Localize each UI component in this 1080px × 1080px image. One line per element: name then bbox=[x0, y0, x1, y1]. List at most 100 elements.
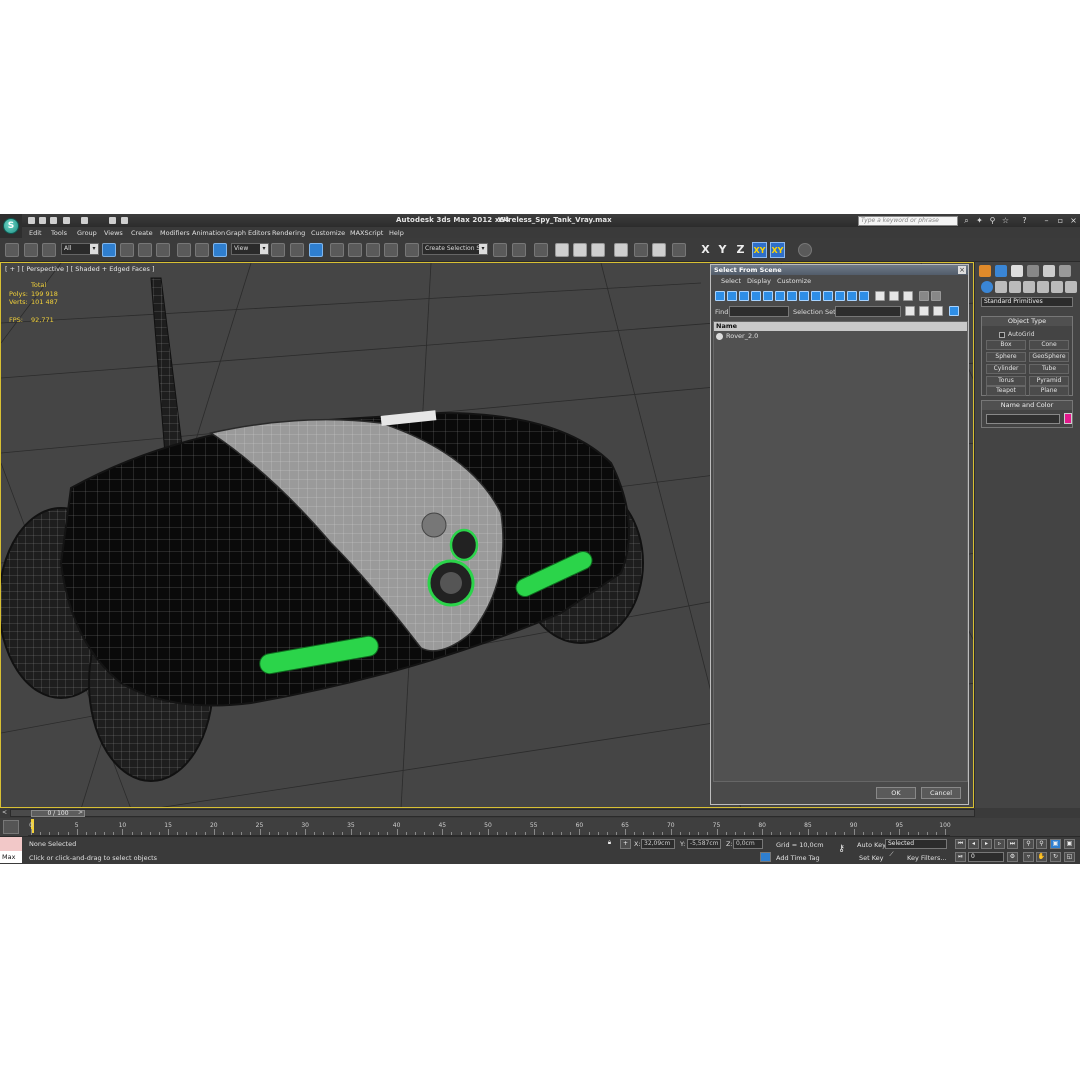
quick-access-dropdown-icon[interactable] bbox=[120, 216, 129, 225]
project-folder-icon[interactable] bbox=[108, 216, 117, 225]
orbit-icon[interactable]: ↻ bbox=[1050, 852, 1061, 862]
menu-edit[interactable]: Edit bbox=[29, 229, 42, 237]
autogrid-checkbox[interactable]: AutoGrid bbox=[999, 331, 1035, 338]
menu-group[interactable]: Group bbox=[77, 229, 97, 237]
previous-key-icon[interactable]: ◂ bbox=[968, 839, 979, 849]
cone-button[interactable]: Cone bbox=[1029, 340, 1069, 350]
new-file-icon[interactable] bbox=[27, 216, 36, 225]
open-file-icon[interactable] bbox=[38, 216, 47, 225]
layer-manager-icon[interactable] bbox=[534, 243, 548, 257]
menu-customize[interactable]: Customize bbox=[311, 229, 345, 237]
time-tag-icon[interactable] bbox=[760, 852, 771, 862]
name-and-color-header[interactable]: Name and Color bbox=[982, 401, 1072, 410]
name-column-header[interactable]: Name bbox=[714, 322, 967, 331]
favorites-icon[interactable]: ☆ bbox=[1001, 216, 1010, 225]
selection-set-action-icon[interactable] bbox=[905, 306, 915, 316]
bind-space-warp-icon[interactable] bbox=[42, 243, 56, 257]
next-frame-icon[interactable]: > bbox=[78, 809, 83, 816]
select-object-icon[interactable] bbox=[102, 243, 116, 257]
select-and-move-icon[interactable] bbox=[177, 243, 191, 257]
xrefs-filter-icon[interactable] bbox=[799, 291, 809, 301]
dialog-menu-display[interactable]: Display bbox=[747, 277, 771, 285]
cameras-filter-icon[interactable] bbox=[751, 291, 761, 301]
reference-coordinate-dropdown[interactable]: View ▾ bbox=[231, 243, 269, 255]
menu-help[interactable]: Help bbox=[389, 229, 404, 237]
material-editor-icon[interactable] bbox=[614, 243, 628, 257]
helpers-icon[interactable] bbox=[1037, 281, 1049, 293]
spinner-snap-icon[interactable] bbox=[384, 243, 398, 257]
hierarchy-tab-icon[interactable] bbox=[1011, 265, 1023, 277]
lock-selection-icon[interactable]: 🔒︎ bbox=[604, 839, 615, 849]
select-none-icon[interactable] bbox=[889, 291, 899, 301]
primitive-category-dropdown[interactable]: Standard Primitives bbox=[981, 297, 1073, 307]
communication-center-icon[interactable]: ⚲ bbox=[988, 216, 997, 225]
current-frame-field[interactable]: 0 bbox=[968, 852, 1004, 862]
menu-create[interactable]: Create bbox=[131, 229, 153, 237]
zoom-all-icon[interactable]: ⚲ bbox=[1036, 839, 1047, 849]
keyword-search-input[interactable]: Type a keyword or phrase bbox=[858, 216, 958, 226]
maxscript-listener-top[interactable] bbox=[0, 837, 22, 851]
torus-button[interactable]: Torus bbox=[986, 376, 1026, 386]
utilities-tab-icon[interactable] bbox=[1059, 265, 1071, 277]
window-crossing-icon[interactable] bbox=[156, 243, 170, 257]
lights-filter-icon[interactable] bbox=[739, 291, 749, 301]
geometry-filter-icon[interactable] bbox=[715, 291, 725, 301]
shapes-icon[interactable] bbox=[995, 281, 1007, 293]
cancel-button[interactable]: Cancel bbox=[921, 787, 961, 799]
axis-y-button[interactable]: Y bbox=[715, 242, 730, 258]
filter-options-icon[interactable] bbox=[931, 291, 941, 301]
geometry-icon[interactable] bbox=[981, 281, 993, 293]
dialog-menu-customize[interactable]: Customize bbox=[777, 277, 811, 285]
subscription-icon[interactable]: ✦ bbox=[975, 216, 984, 225]
graphite-ribbon-icon[interactable] bbox=[555, 243, 569, 257]
minimize-icon[interactable]: – bbox=[1042, 216, 1051, 225]
search-icon[interactable]: ⌕ bbox=[962, 216, 971, 225]
axis-xy-button[interactable]: XY bbox=[752, 242, 767, 258]
curve-editor-icon[interactable] bbox=[573, 243, 587, 257]
create-tab-icon[interactable] bbox=[979, 265, 991, 277]
snaps-toggle-icon[interactable] bbox=[330, 243, 344, 257]
list-item[interactable]: Rover_2.0 bbox=[714, 331, 967, 341]
menu-graph-editors[interactable]: Graph Editors bbox=[226, 229, 271, 237]
render-setup-icon[interactable] bbox=[634, 243, 648, 257]
go-to-start-icon[interactable]: ⏮ bbox=[955, 839, 966, 849]
vray-toolbar-icon[interactable] bbox=[798, 243, 812, 257]
menu-modifiers[interactable]: Modifiers bbox=[160, 229, 190, 237]
select-invert-icon[interactable] bbox=[903, 291, 913, 301]
ok-button[interactable]: OK bbox=[876, 787, 916, 799]
tube-button[interactable]: Tube bbox=[1029, 364, 1069, 374]
menu-rendering[interactable]: Rendering bbox=[272, 229, 305, 237]
shapes-filter-icon[interactable] bbox=[727, 291, 737, 301]
cameras-icon[interactable] bbox=[1023, 281, 1035, 293]
key-mode-toggle-icon[interactable]: ⏯ bbox=[955, 852, 966, 862]
maximize-viewport-icon[interactable]: ◱ bbox=[1064, 852, 1075, 862]
help-icon[interactable]: ? bbox=[1020, 216, 1029, 225]
systems-icon[interactable] bbox=[1065, 281, 1077, 293]
key-filters-button[interactable]: Key Filters... bbox=[907, 854, 947, 862]
keyboard-shortcut-override-icon[interactable] bbox=[309, 243, 323, 257]
menu-maxscript[interactable]: MAXScript bbox=[350, 229, 383, 237]
sphere-button[interactable]: Sphere bbox=[986, 352, 1026, 362]
geosphere-button[interactable]: GeoSphere bbox=[1029, 352, 1069, 362]
lights-icon[interactable] bbox=[1009, 281, 1021, 293]
absolute-mode-icon[interactable]: + bbox=[620, 839, 631, 849]
auto-key-button[interactable]: Auto Key bbox=[857, 841, 886, 849]
space-warps-icon[interactable] bbox=[1051, 281, 1063, 293]
frame-ruler[interactable]: 0 5 10 15 20 25 30 35 40 45 50 55 60 65 70 75 80 85 90 95 10… bbox=[28, 818, 951, 836]
add-time-tag[interactable]: Add Time Tag bbox=[776, 854, 820, 862]
mirror-icon[interactable] bbox=[493, 243, 507, 257]
render-production-icon[interactable] bbox=[672, 243, 686, 257]
object-type-header[interactable]: Object Type bbox=[982, 317, 1072, 326]
zoom-extents-icon[interactable]: ▣ bbox=[1050, 839, 1061, 849]
align-icon[interactable] bbox=[512, 243, 526, 257]
menu-animation[interactable]: Animation bbox=[192, 229, 225, 237]
application-button[interactable]: S bbox=[0, 214, 22, 238]
teapot-button[interactable]: Teapot bbox=[986, 386, 1026, 396]
pan-view-icon[interactable]: ✋ bbox=[1036, 852, 1047, 862]
menu-tools[interactable]: Tools bbox=[51, 229, 67, 237]
set-key-button[interactable]: Set Key bbox=[859, 854, 884, 862]
filter-funnel-icon[interactable] bbox=[919, 291, 929, 301]
angle-snap-icon[interactable] bbox=[348, 243, 362, 257]
undo-icon[interactable] bbox=[62, 216, 71, 225]
frozen-filter-icon[interactable] bbox=[835, 291, 845, 301]
